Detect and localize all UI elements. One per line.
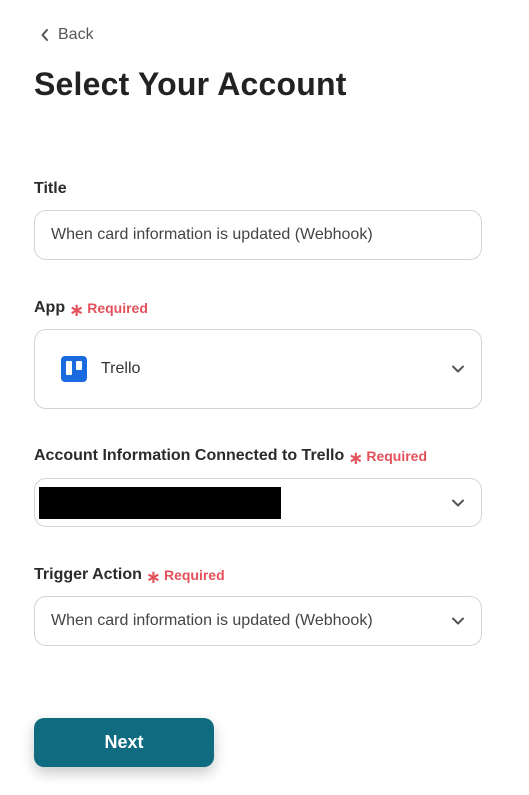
required-text: Required <box>87 300 148 316</box>
account-select[interactable] <box>34 478 482 527</box>
app-select[interactable]: Trello <box>34 329 482 409</box>
required-text: Required <box>163 567 225 583</box>
account-field-label: Account Information Connected to Trello … <box>34 447 428 468</box>
required-badge: ∗ Required <box>145 566 225 587</box>
back-label: Back <box>58 26 94 43</box>
required-badge: ∗ Required <box>348 447 428 468</box>
title-input-value: When card information is updated (Webhoo… <box>51 226 373 243</box>
trigger-label-text: Trigger Action <box>34 566 142 583</box>
required-asterisk-icon: ∗ <box>69 300 85 320</box>
chevron-down-icon <box>452 617 464 625</box>
chevron-down-icon <box>452 499 464 506</box>
app-label-text: App <box>34 299 66 316</box>
next-button[interactable]: Next <box>34 718 214 767</box>
required-asterisk-icon: ∗ <box>145 567 161 587</box>
trigger-select-value: When card information is updated (Webhoo… <box>51 612 373 629</box>
title-label-text: Title <box>34 180 67 197</box>
required-asterisk-icon: ∗ <box>348 448 364 468</box>
trigger-action-select[interactable]: When card information is updated (Webhoo… <box>34 596 482 646</box>
required-text: Required <box>366 448 428 464</box>
back-link[interactable]: Back <box>40 26 94 44</box>
title-input[interactable]: When card information is updated (Webhoo… <box>34 210 482 260</box>
app-field-label: App ∗ Required <box>34 299 148 320</box>
redacted-account-value <box>39 487 281 519</box>
trello-icon <box>61 356 87 382</box>
required-badge: ∗ Required <box>69 299 148 320</box>
chevron-left-icon <box>41 29 48 41</box>
trigger-field-label: Trigger Action ∗ Required <box>34 566 225 587</box>
title-field-label: Title <box>34 180 67 198</box>
account-label-text: Account Information Connected to Trello <box>34 447 345 464</box>
app-select-value: Trello <box>101 360 141 377</box>
chevron-down-icon <box>452 365 464 373</box>
page-title: Select Your Account <box>34 66 347 102</box>
